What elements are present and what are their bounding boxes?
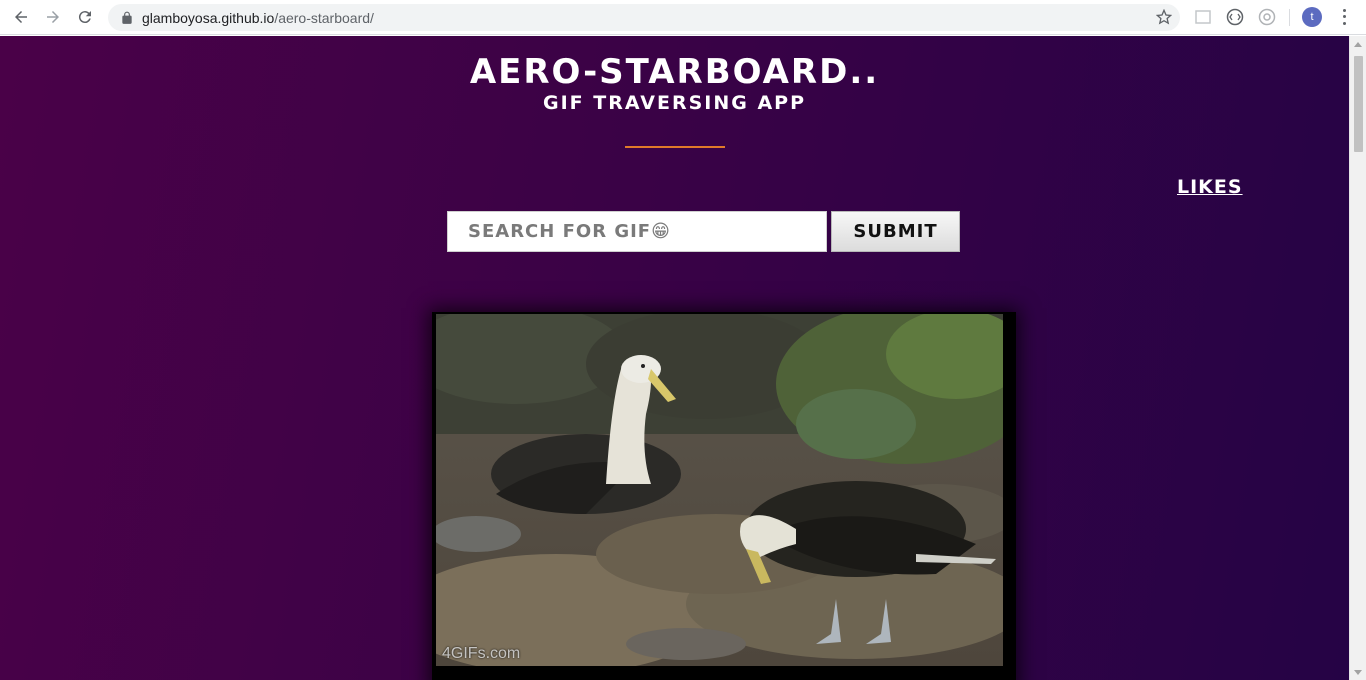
search-input[interactable] (447, 211, 827, 252)
scroll-down-arrow-icon[interactable] (1354, 670, 1362, 675)
gif-watermark: 4GIFs.com (442, 645, 521, 662)
address-bar[interactable]: glamboyosa.github.io/aero-starboard/ (108, 4, 1180, 31)
gif-card[interactable]: 4GIFs.com (432, 312, 1016, 680)
menu-kebab-icon[interactable] (1336, 7, 1352, 27)
profile-avatar[interactable]: t (1302, 7, 1322, 27)
extension-icon[interactable] (1194, 8, 1212, 26)
lock-icon (120, 11, 134, 25)
back-icon[interactable] (9, 5, 33, 29)
bookmark-star-icon[interactable] (1155, 8, 1173, 25)
submit-button[interactable]: Submit (831, 211, 960, 252)
scroll-up-arrow-icon[interactable] (1354, 42, 1362, 47)
scroll-thumb[interactable] (1354, 56, 1363, 152)
gif-image[interactable]: 4GIFs.com (436, 314, 1003, 666)
app-subtitle: GIF Traversing App (543, 92, 806, 114)
toolbar-divider (1289, 9, 1290, 26)
url-text: glamboyosa.github.io/aero-starboard/ (142, 9, 374, 26)
reload-icon[interactable] (73, 5, 97, 29)
browser-toolbar: glamboyosa.github.io/aero-starboard/ t (0, 0, 1366, 35)
forward-icon[interactable] (41, 5, 65, 29)
extension-target-icon[interactable] (1258, 8, 1276, 26)
title-divider (625, 146, 725, 148)
page-content: Aero-Starboard.. GIF Traversing App Like… (0, 36, 1349, 680)
page-scrollbar[interactable] (1349, 36, 1366, 680)
app-title: Aero-Starboard.. (469, 52, 880, 92)
extension-dev-icon[interactable] (1226, 8, 1244, 26)
likes-link[interactable]: Likes (1177, 176, 1243, 198)
